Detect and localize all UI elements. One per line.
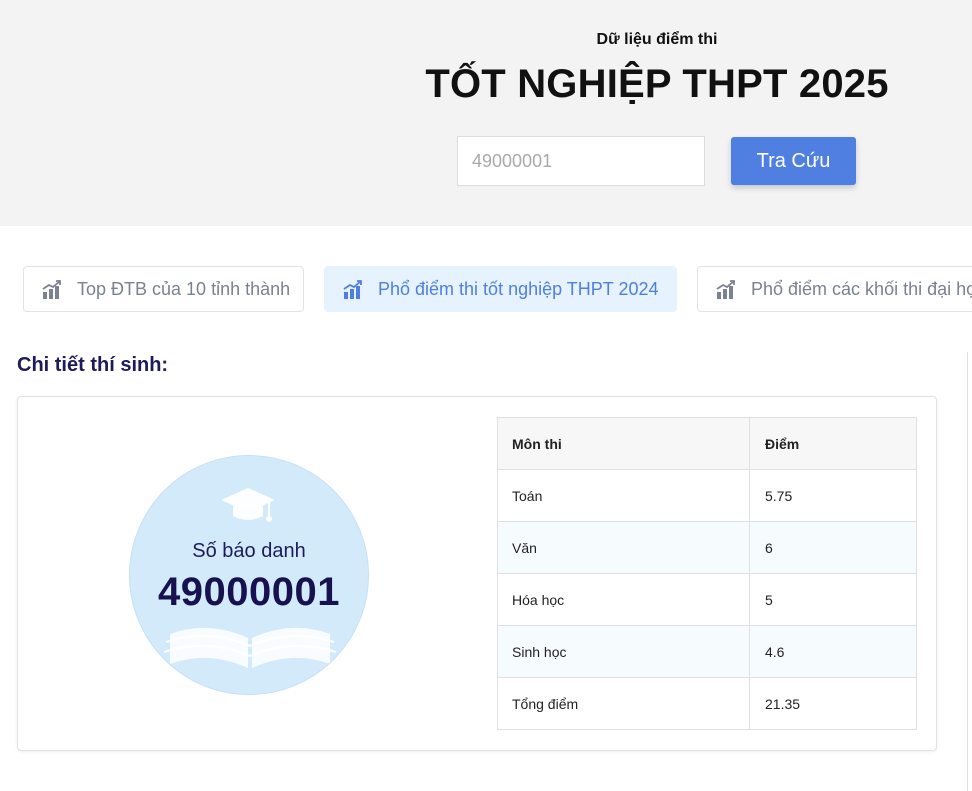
chart-growth-icon <box>42 280 61 299</box>
score-cell: 5 <box>749 573 917 626</box>
search-input[interactable] <box>457 136 705 186</box>
table-row: Hóa học 5 <box>497 573 917 626</box>
section-heading: Chi tiết thí sinh: <box>17 354 169 376</box>
score-cell: 4.6 <box>749 625 917 678</box>
divider <box>967 352 968 791</box>
table-row: Văn 6 <box>497 521 917 574</box>
search-button[interactable]: Tra Cứu <box>731 137 856 185</box>
subject-cell: Tổng điểm <box>497 677 750 730</box>
table-row: Toán 5.75 <box>497 469 917 522</box>
score-cell: 5.75 <box>749 469 917 522</box>
candidate-number: 49000001 <box>158 570 340 614</box>
tab-label: Top ĐTB của 10 tỉnh thành <box>77 278 291 299</box>
table-header-row: Môn thi Điểm <box>497 417 917 470</box>
chart-growth-icon <box>343 280 362 299</box>
tab-label: Phổ điểm thi tốt nghiệp THPT 2024 <box>378 278 659 299</box>
tab-score-distribution-2024[interactable]: Phổ điểm thi tốt nghiệp THPT 2024 <box>324 266 677 312</box>
candidate-badge: Số báo danh 49000001 <box>129 455 369 695</box>
subject-cell: Sinh học <box>497 625 750 678</box>
hero-subtitle: Dữ liệu điểm thi <box>596 31 718 48</box>
score-cell: 6 <box>749 521 917 574</box>
subject-cell: Hóa học <box>497 573 750 626</box>
column-header-score: Điểm <box>749 417 917 470</box>
tab-university-block-distribution[interactable]: Phổ điểm các khối thi đại học <box>697 266 972 312</box>
page-title: TỐT NGHIỆP THPT 2025 <box>425 62 889 106</box>
table-row: Sinh học 4.6 <box>497 625 917 678</box>
candidate-detail-card: Số báo danh 49000001 Môn thi Điểm Toán 5… <box>17 396 937 751</box>
open-book-icon <box>164 627 336 668</box>
hero-header: Dữ liệu điểm thi TỐT NGHIỆP THPT 2025 Tr… <box>0 0 972 226</box>
chart-growth-icon <box>716 280 735 299</box>
graduation-cap-icon <box>221 488 275 522</box>
subject-cell: Văn <box>497 521 750 574</box>
tab-top-average-provinces[interactable]: Top ĐTB của 10 tỉnh thành <box>23 266 304 312</box>
score-cell: 21.35 <box>749 677 917 730</box>
score-table: Môn thi Điểm Toán 5.75 Văn 6 Hóa học 5 S… <box>497 417 917 730</box>
column-header-subject: Môn thi <box>497 417 750 470</box>
subject-cell: Toán <box>497 469 750 522</box>
tab-label: Phổ điểm các khối thi đại học <box>751 278 972 299</box>
candidate-number-label: Số báo danh <box>192 540 306 562</box>
table-row: Tổng điểm 21.35 <box>497 677 917 730</box>
